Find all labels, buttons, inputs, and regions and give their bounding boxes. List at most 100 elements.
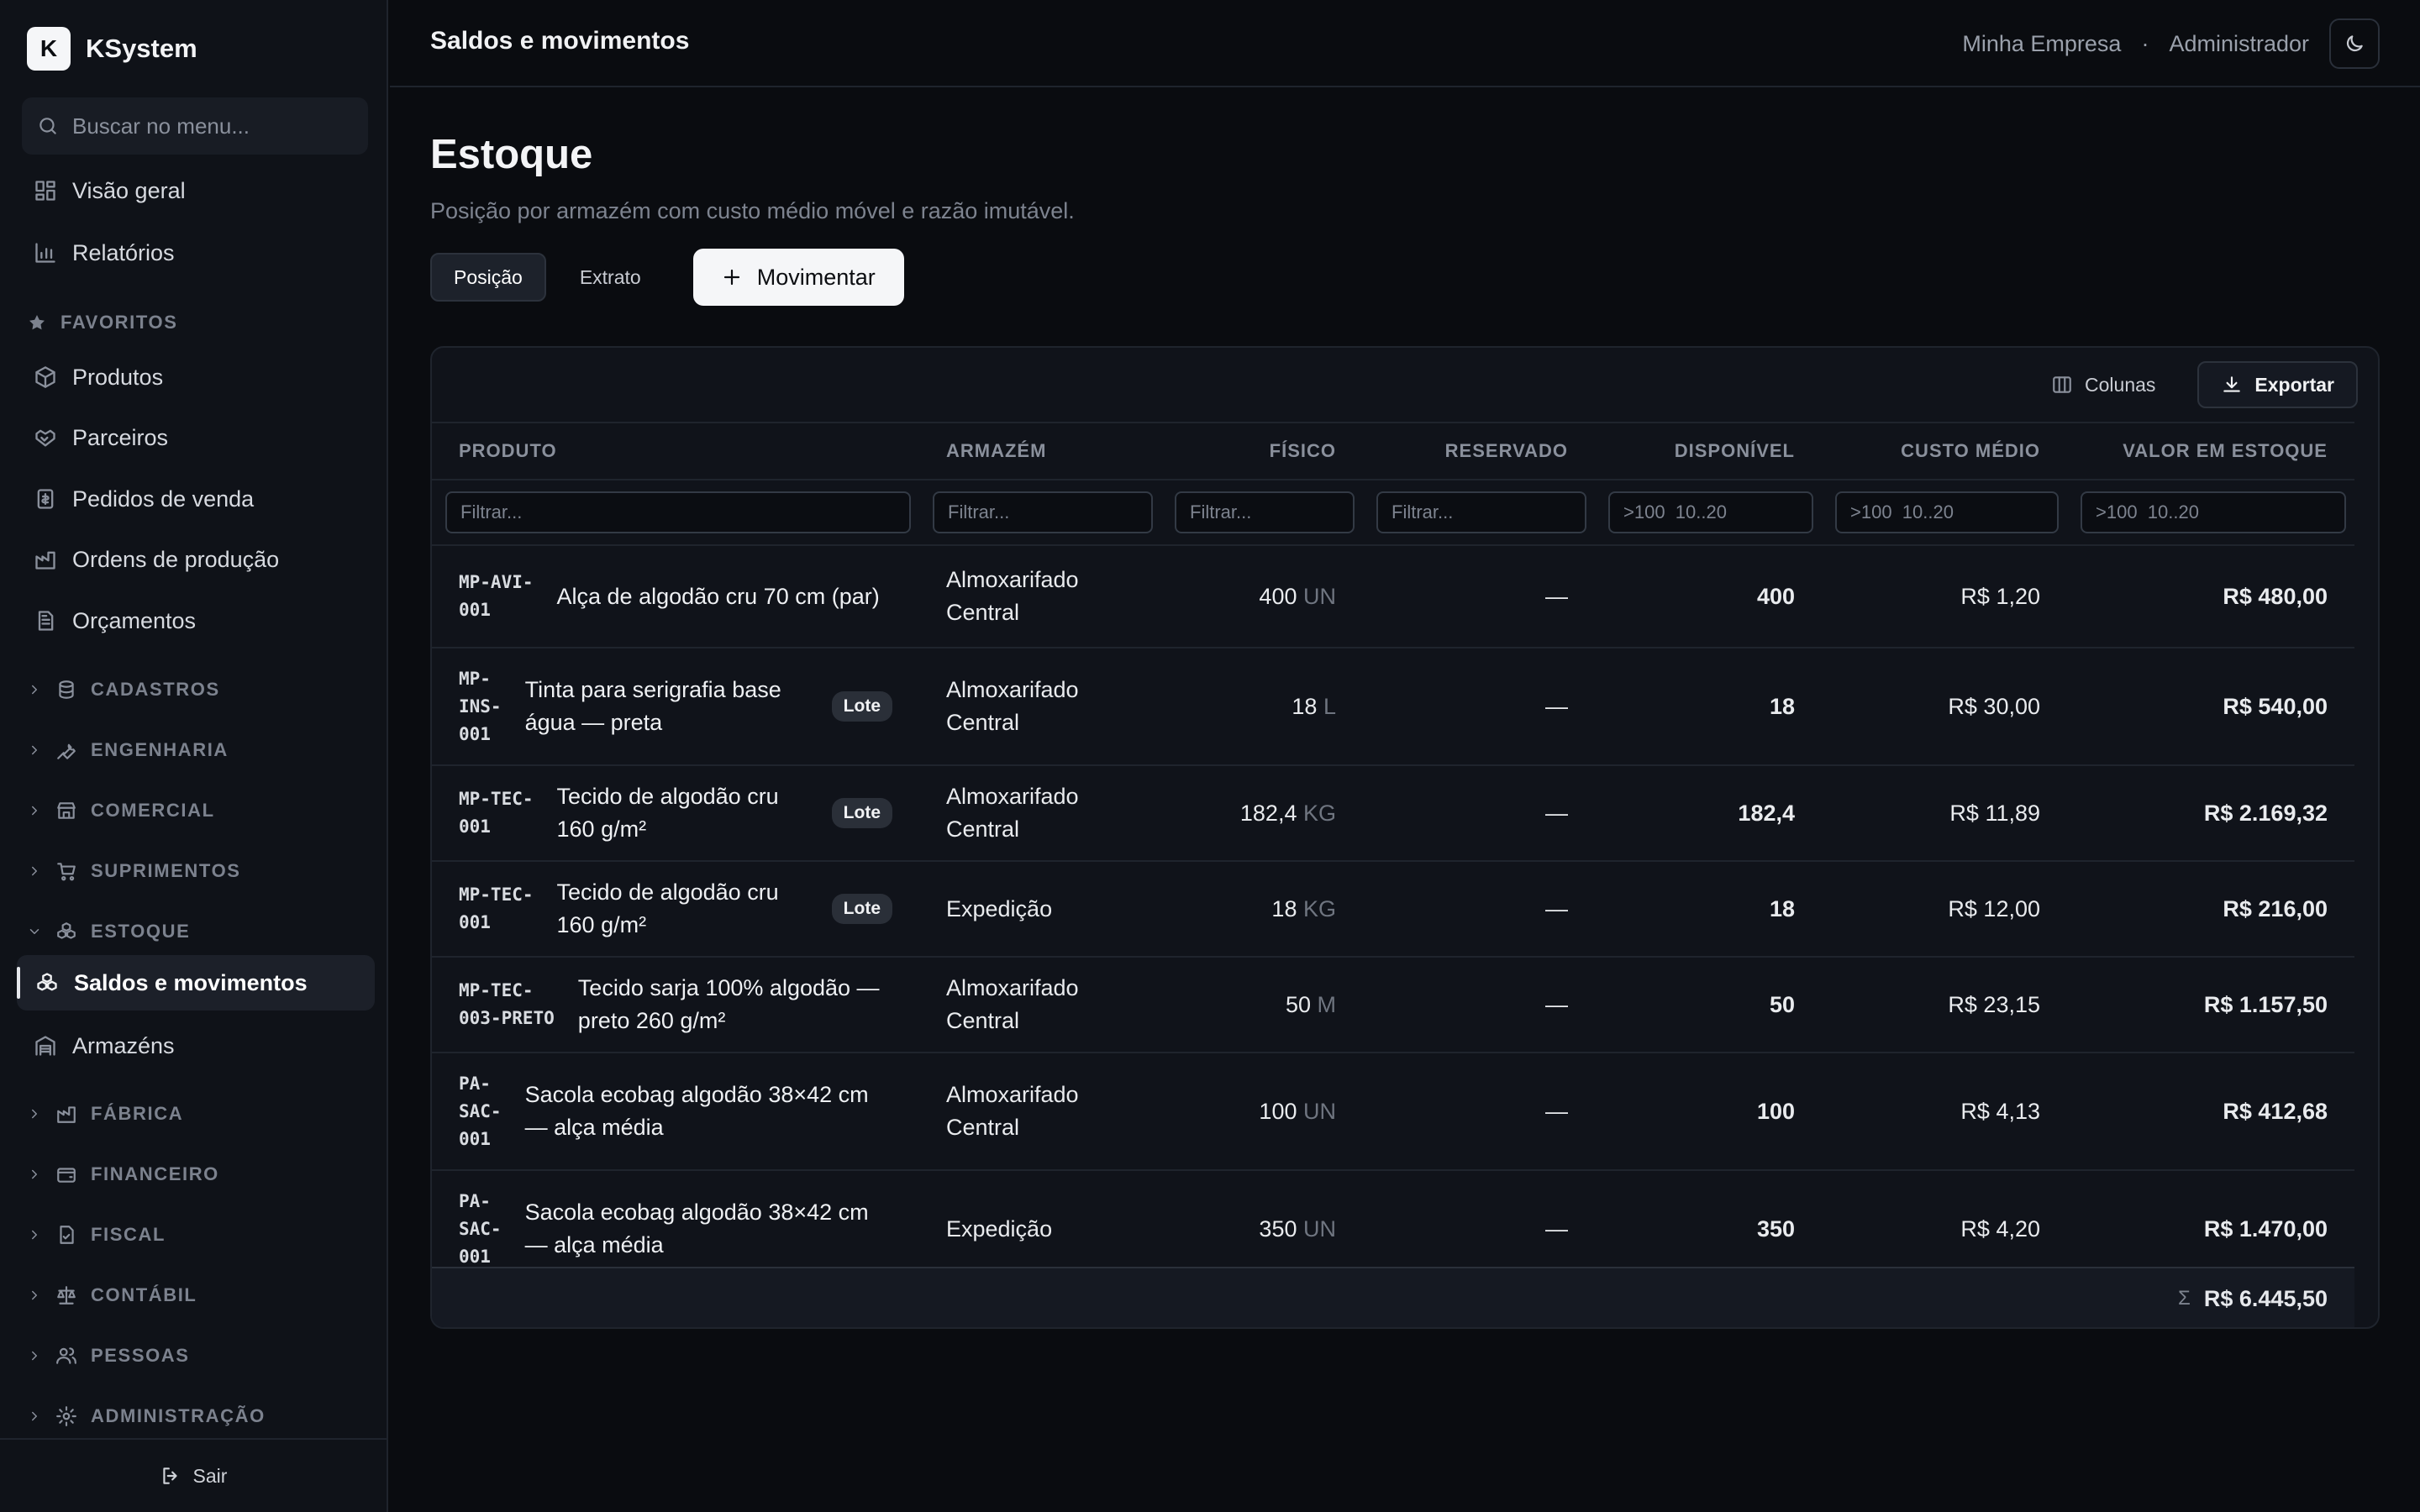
sidebar-item-relatorios[interactable]: Relatórios xyxy=(22,225,375,281)
column-header-valor-em-estoque[interactable]: VALOR EM ESTOQUE xyxy=(2067,422,2354,480)
sidebar-item-label: Orçamentos xyxy=(72,607,197,633)
unit-label: L xyxy=(1323,693,1336,719)
warehouse-name: Almoxarifado Central xyxy=(946,975,1079,1033)
column-header-produto[interactable]: PRODUTO xyxy=(432,422,919,480)
box-icon xyxy=(34,365,57,389)
chevron-right-icon xyxy=(27,743,42,758)
available-cell: 100 xyxy=(1595,1053,1822,1171)
favorites-label: FAVORITOS xyxy=(60,312,178,333)
product-code: MP-TEC- 001 xyxy=(459,789,534,837)
product-name: Alça de algodão cru 70 cm (par) xyxy=(556,583,880,609)
sidebar-section-fabrica[interactable]: FÁBRICA xyxy=(27,1097,183,1131)
sidebar-section-fiscal[interactable]: FISCAL xyxy=(27,1218,166,1252)
table-row[interactable]: MP-TEC- 001 Tecido de algodão cru 160 g/… xyxy=(432,861,2354,958)
sidebar-item-label: Pedidos de venda xyxy=(72,486,255,512)
sidebar-item-orcamentos[interactable]: Orçamentos xyxy=(22,593,375,648)
column-header-fisico[interactable]: FÍSICO xyxy=(1161,422,1363,480)
sidebar-item-label: Saldos e movimentos xyxy=(74,969,308,995)
export-label: Exportar xyxy=(2254,373,2334,396)
chevron-right-icon xyxy=(27,803,42,818)
product-cell: PA- SAC- 001 Sacola ecobag algodão 38×42… xyxy=(432,1053,919,1171)
export-button[interactable]: Exportar xyxy=(2197,361,2358,408)
product-name: Sacola ecobag algodão 38×42 cm — alça mé… xyxy=(524,1200,869,1257)
sidebar-section-pessoas[interactable]: PESSOAS xyxy=(27,1339,190,1373)
total-value: R$ 6.445,50 xyxy=(2203,1285,2328,1311)
filter-fisico-input[interactable] xyxy=(1175,491,1355,533)
chevron-down-icon xyxy=(27,924,42,939)
table-row[interactable]: MP- INS- 001 Tinta para serigrafia base … xyxy=(432,648,2354,766)
filter-produto-input[interactable] xyxy=(445,491,911,533)
product-name: Tecido de algodão cru 160 g/m² xyxy=(556,879,779,937)
filter-reservado-input[interactable] xyxy=(1376,491,1586,533)
column-header-custo-medio[interactable]: CUSTO MÉDIO xyxy=(1822,422,2067,480)
table-row[interactable]: MP-TEC- 001 Tecido de algodão cru 160 g/… xyxy=(432,765,2354,862)
warehouse-cell: Almoxarifado Central xyxy=(919,765,1161,862)
filter-armazem-input[interactable] xyxy=(933,491,1153,533)
stock-value-cell: R$ 1.157,50 xyxy=(2067,957,2354,1053)
sidebar-item-visao-geral[interactable]: Visão geral xyxy=(22,163,375,218)
sidebar-section-contabil[interactable]: CONTÁBIL xyxy=(27,1278,197,1312)
table-row[interactable]: MP-AVI- 001 Alça de algodão cru 70 cm (p… xyxy=(432,545,2354,648)
physical-qty: 100 xyxy=(1259,1098,1297,1124)
sidebar-item-armazens[interactable]: Armazéns xyxy=(22,1018,375,1074)
boxes-icon xyxy=(35,971,59,995)
menu-search[interactable] xyxy=(22,97,368,155)
page-title: Estoque xyxy=(430,132,593,177)
chevron-right-icon xyxy=(27,1348,42,1363)
table-row[interactable]: MP-TEC- 003-PRETO Tecido sarja 100% algo… xyxy=(432,957,2354,1053)
chevron-right-icon xyxy=(27,1167,42,1182)
warehouse-cell: Expedição xyxy=(919,861,1161,958)
sidebar-section-estoque[interactable]: ESTOQUE xyxy=(27,915,190,948)
sidebar-item-label: Ordens de produção xyxy=(72,546,280,572)
sidebar-section-suprimentos[interactable]: SUPRIMENTOS xyxy=(27,854,241,888)
database-icon xyxy=(55,679,77,701)
scale-icon xyxy=(55,1284,77,1306)
avg-cost-cell: R$ 30,00 xyxy=(1822,648,2067,766)
table-row[interactable]: PA- SAC- 001 Sacola ecobag algodão 38×42… xyxy=(432,1053,2354,1171)
sidebar-section-financeiro[interactable]: FINANCEIRO xyxy=(27,1158,219,1191)
sidebar-item-pedidos-de-venda[interactable]: Pedidos de venda xyxy=(22,471,375,527)
tab-extrato[interactable]: Extrato xyxy=(558,253,663,302)
sidebar-item-label: Visão geral xyxy=(72,177,186,203)
reserved-cell: — xyxy=(1363,648,1595,766)
search-icon xyxy=(37,115,59,137)
sidebar-section-comercial[interactable]: COMERCIAL xyxy=(27,794,215,827)
logout-button[interactable]: Sair xyxy=(0,1438,387,1512)
sidebar-section-administracao[interactable]: ADMINISTRAÇÃO xyxy=(27,1399,266,1433)
filter-valor-input[interactable] xyxy=(2081,491,2346,533)
sidebar-item-saldos-e-movimentos[interactable]: Saldos e movimentos xyxy=(17,955,375,1011)
sidebar-item-produtos[interactable]: Produtos xyxy=(22,349,375,405)
menu-search-input[interactable] xyxy=(72,113,350,139)
user-name[interactable]: Administrador xyxy=(2169,31,2309,57)
theme-toggle-button[interactable] xyxy=(2329,18,2380,69)
company-name[interactable]: Minha Empresa xyxy=(1962,31,2121,57)
store-icon xyxy=(55,800,77,822)
product-cell: MP- INS- 001 Tinta para serigrafia base … xyxy=(432,648,919,766)
reserved-cell: — xyxy=(1363,765,1595,862)
columns-button[interactable]: Colunas xyxy=(2029,361,2177,408)
physical-cell: 18 L xyxy=(1161,648,1363,766)
sidebar-section-engenharia[interactable]: ENGENHARIA xyxy=(27,733,229,767)
chevron-right-icon xyxy=(27,1106,42,1121)
stock-value-cell: R$ 412,68 xyxy=(2067,1053,2354,1171)
product-code: MP- INS- 001 xyxy=(459,668,502,744)
column-header-reservado[interactable]: RESERVADO xyxy=(1363,422,1595,480)
column-header-disponivel[interactable]: DISPONÍVEL xyxy=(1595,422,1822,480)
filter-disponivel-input[interactable] xyxy=(1608,491,1813,533)
sidebar-item-label: Relatórios xyxy=(72,239,175,265)
sidebar-item-parceiros[interactable]: Parceiros xyxy=(22,410,375,465)
movimentar-button[interactable]: Movimentar xyxy=(692,249,904,306)
brand[interactable]: K KSystem xyxy=(27,27,197,71)
section-label: ESTOQUE xyxy=(91,921,191,942)
filter-row xyxy=(432,480,2354,546)
tab-posicao[interactable]: Posição xyxy=(430,253,546,302)
bar-chart-icon xyxy=(34,241,57,265)
unit-label: UN xyxy=(1303,1098,1336,1124)
sidebar-item-ordens-de-producao[interactable]: Ordens de produção xyxy=(22,532,375,587)
column-header-armazem[interactable]: ARMAZÉM xyxy=(919,422,1161,480)
users-icon xyxy=(55,1345,77,1367)
filter-custo-medio-input[interactable] xyxy=(1835,491,2059,533)
star-icon xyxy=(27,312,47,333)
sidebar-section-cadastros[interactable]: CADASTROS xyxy=(27,673,220,706)
columns-icon xyxy=(2051,374,2073,396)
